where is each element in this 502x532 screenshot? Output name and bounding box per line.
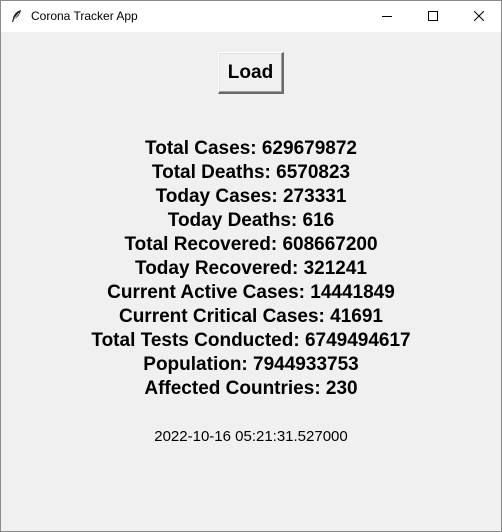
- stats-panel: Total Cases: 629679872 Total Deaths: 657…: [1, 137, 501, 401]
- title-bar[interactable]: Corona Tracker App: [1, 1, 501, 32]
- app-window: Corona Tracker App Load Total Cases: 629…: [0, 0, 502, 532]
- affected-countries-label: Affected Countries: 230: [144, 378, 358, 399]
- current-active-cases-label: Current Active Cases: 14441849: [107, 282, 395, 303]
- window-title: Corona Tracker App: [31, 9, 138, 23]
- total-cases-label: Total Cases: 629679872: [145, 138, 357, 159]
- last-updated-timestamp: 2022-10-16 05:21:31.527000: [154, 428, 348, 445]
- today-cases-label: Today Cases: 273331: [155, 186, 347, 207]
- minimize-icon: [382, 8, 392, 26]
- maximize-icon: [428, 8, 438, 26]
- total-tests-conducted-label: Total Tests Conducted: 6749494617: [91, 330, 411, 351]
- close-icon: [473, 8, 485, 26]
- total-deaths-label: Total Deaths: 6570823: [151, 162, 351, 183]
- minimize-button[interactable]: [364, 1, 410, 32]
- today-deaths-label: Today Deaths: 616: [167, 210, 335, 231]
- population-label: Population: 7944933753: [143, 354, 359, 375]
- maximize-button[interactable]: [410, 1, 456, 32]
- current-critical-cases-label: Current Critical Cases: 41691: [118, 306, 383, 327]
- close-button[interactable]: [456, 1, 501, 32]
- total-recovered-label: Total Recovered: 608667200: [124, 234, 378, 255]
- feather-icon: [9, 9, 23, 23]
- today-recovered-label: Today Recovered: 321241: [135, 258, 367, 279]
- load-button[interactable]: Load: [218, 52, 284, 94]
